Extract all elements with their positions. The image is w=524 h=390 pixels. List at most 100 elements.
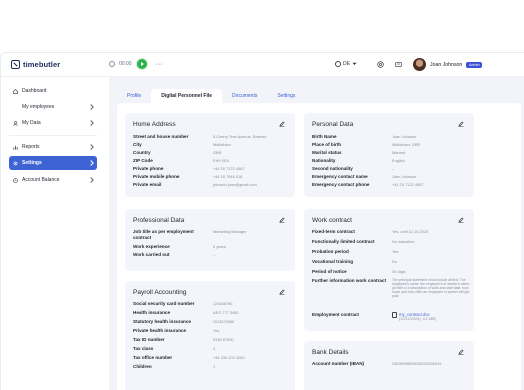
field-value: Yes, until 12.15.2025 xyxy=(392,229,429,234)
field-value: Midlothian, GBR xyxy=(392,142,421,147)
field-label: Second nationality xyxy=(312,166,353,171)
pencil-icon[interactable] xyxy=(458,349,464,355)
pencil-icon[interactable] xyxy=(279,121,285,127)
top-bar: timebutler 00:00 ··· DE Joan Johnson Adm… xyxy=(1,53,524,77)
messages-icon[interactable] xyxy=(395,61,402,68)
pencil-icon[interactable] xyxy=(279,289,285,295)
time-tracker: 00:00 ··· xyxy=(109,58,163,70)
field-label: Private mobile phone xyxy=(133,174,180,179)
field-label: Emergency contact name xyxy=(312,174,368,179)
field-value: Joan Johnson xyxy=(392,134,417,139)
field-value: +44 20 7122 4567 xyxy=(392,182,424,187)
sidebar-item-label: Account Balance xyxy=(22,177,60,183)
field-value: johnson.joan@gmail.com xyxy=(213,182,257,187)
home-address-card: Home Address Street and house number 5 Ch… xyxy=(125,113,295,197)
card-title: Work contract xyxy=(312,217,352,224)
role-badge: Admin xyxy=(466,61,483,68)
field-value: AEO 777 3450 xyxy=(213,310,239,315)
field-value: Midlothian xyxy=(213,142,231,147)
file-info: my_contract.doc (12/12/2024), 4.2 MB) xyxy=(399,312,436,322)
clock-icon xyxy=(109,61,115,67)
field-label: Social security card number xyxy=(133,301,195,306)
field-value: 123456789 xyxy=(213,301,233,306)
personal-data-card: Personal Data Birth Name Joan Johnson Pla… xyxy=(304,113,474,197)
sidebar-item-label: My Data xyxy=(22,120,41,126)
field-label: Marital status xyxy=(312,150,342,155)
field-value: EH9 5EA xyxy=(213,158,230,163)
field-value: No indication xyxy=(392,239,415,244)
pencil-icon[interactable] xyxy=(458,121,464,127)
field-value: +44 20 7122 4567 xyxy=(213,166,245,171)
main-content: Profile Digital Personnel File Documents… xyxy=(109,77,524,390)
field-label: Further information work contract xyxy=(312,278,387,283)
field-label: Vocational training xyxy=(312,259,354,264)
pencil-icon[interactable] xyxy=(458,217,464,223)
sidebar-item-reports[interactable]: Reports xyxy=(9,140,97,154)
user-icon xyxy=(13,120,18,126)
professional-data-card: Professional Data Job title as per emplo… xyxy=(125,209,295,271)
field-value: 0345 67890 xyxy=(213,337,234,342)
sidebar-item-account-balance[interactable]: Account Balance xyxy=(9,173,97,187)
personnel-file-panel: Home Address Street and house number 5 Ch… xyxy=(117,103,521,390)
help-icon[interactable] xyxy=(377,61,384,68)
field-label: Fixed-term contract xyxy=(312,229,355,234)
pencil-icon[interactable] xyxy=(279,217,285,223)
field-value: +44 330 200 3250 xyxy=(213,355,245,360)
sidebar-item-label: Settings xyxy=(22,160,42,166)
avatar xyxy=(413,58,426,71)
sidebar-item-settings[interactable]: Settings xyxy=(9,156,97,170)
house-icon xyxy=(13,88,18,94)
field-value: +44 20 7946 018 xyxy=(213,174,243,179)
field-label: Work carried out xyxy=(133,252,170,257)
user-name: Joan Johnson xyxy=(430,61,463,68)
tab-profile[interactable]: Profile xyxy=(117,89,151,103)
card-title: Payroll Accounting xyxy=(133,289,187,296)
field-value: 4 xyxy=(213,346,216,351)
sidebar-item-dashboard[interactable]: Dashboard xyxy=(9,84,97,98)
tab-digital-personnel-file[interactable]: Digital Personnel File xyxy=(151,89,223,103)
chevron-right-icon xyxy=(88,103,94,110)
sidebar-item-my-employees[interactable]: My employees xyxy=(9,100,97,114)
field-label: Emergency contact phone xyxy=(312,182,370,187)
card-title: Bank Details xyxy=(312,349,349,356)
field-label: City xyxy=(133,142,142,147)
field-value: 1 xyxy=(213,364,216,369)
globe-icon xyxy=(335,61,341,67)
language-label: DE xyxy=(343,61,350,67)
field-value: Marketing Manager xyxy=(213,229,247,234)
logo-text: timebutler xyxy=(23,60,61,69)
gear-icon xyxy=(13,161,18,165)
card-title: Personal Data xyxy=(312,121,354,128)
sidebar-item-label: My employees xyxy=(22,104,55,110)
field-value: English xyxy=(392,158,405,163)
chevron-down-icon xyxy=(352,62,357,65)
field-value: Yes xyxy=(392,249,399,254)
tab-bar: Profile Digital Personnel File Documents… xyxy=(117,89,305,103)
field-value: Yes xyxy=(213,328,220,333)
more-options-button[interactable]: ··· xyxy=(156,61,163,68)
user-menu[interactable]: Joan Johnson Admin xyxy=(413,58,483,71)
field-label: Private email xyxy=(133,182,162,187)
field-value: The principal statement must include all… xyxy=(392,278,471,298)
field-label: ZIP Code xyxy=(133,158,153,163)
logo[interactable]: timebutler xyxy=(11,60,60,69)
field-label: Children xyxy=(133,364,152,369)
tab-documents[interactable]: Documents xyxy=(222,89,267,103)
field-label: Functionally limited contract xyxy=(312,239,375,244)
contract-file-link[interactable]: my_contract.doc (12/12/2024), 4.2 MB) xyxy=(392,312,472,322)
start-timer-button[interactable] xyxy=(135,58,148,70)
chevron-right-icon xyxy=(88,159,94,166)
language-selector[interactable]: DE xyxy=(335,61,357,67)
sidebar: Dashboard My employees My Data Reports S… xyxy=(1,77,101,390)
field-label: Period of notice xyxy=(312,269,347,274)
field-label: Country xyxy=(133,150,151,155)
divider xyxy=(9,135,97,136)
field-label: Health insurance xyxy=(133,310,171,315)
tab-settings[interactable]: Settings xyxy=(267,89,305,103)
card-title: Professional Data xyxy=(133,217,185,224)
sidebar-item-label: Reports xyxy=(22,144,40,150)
field-value: Married xyxy=(392,150,406,155)
field-label: Private health insurance xyxy=(133,328,187,333)
sidebar-item-my-data[interactable]: My Data xyxy=(9,116,97,130)
